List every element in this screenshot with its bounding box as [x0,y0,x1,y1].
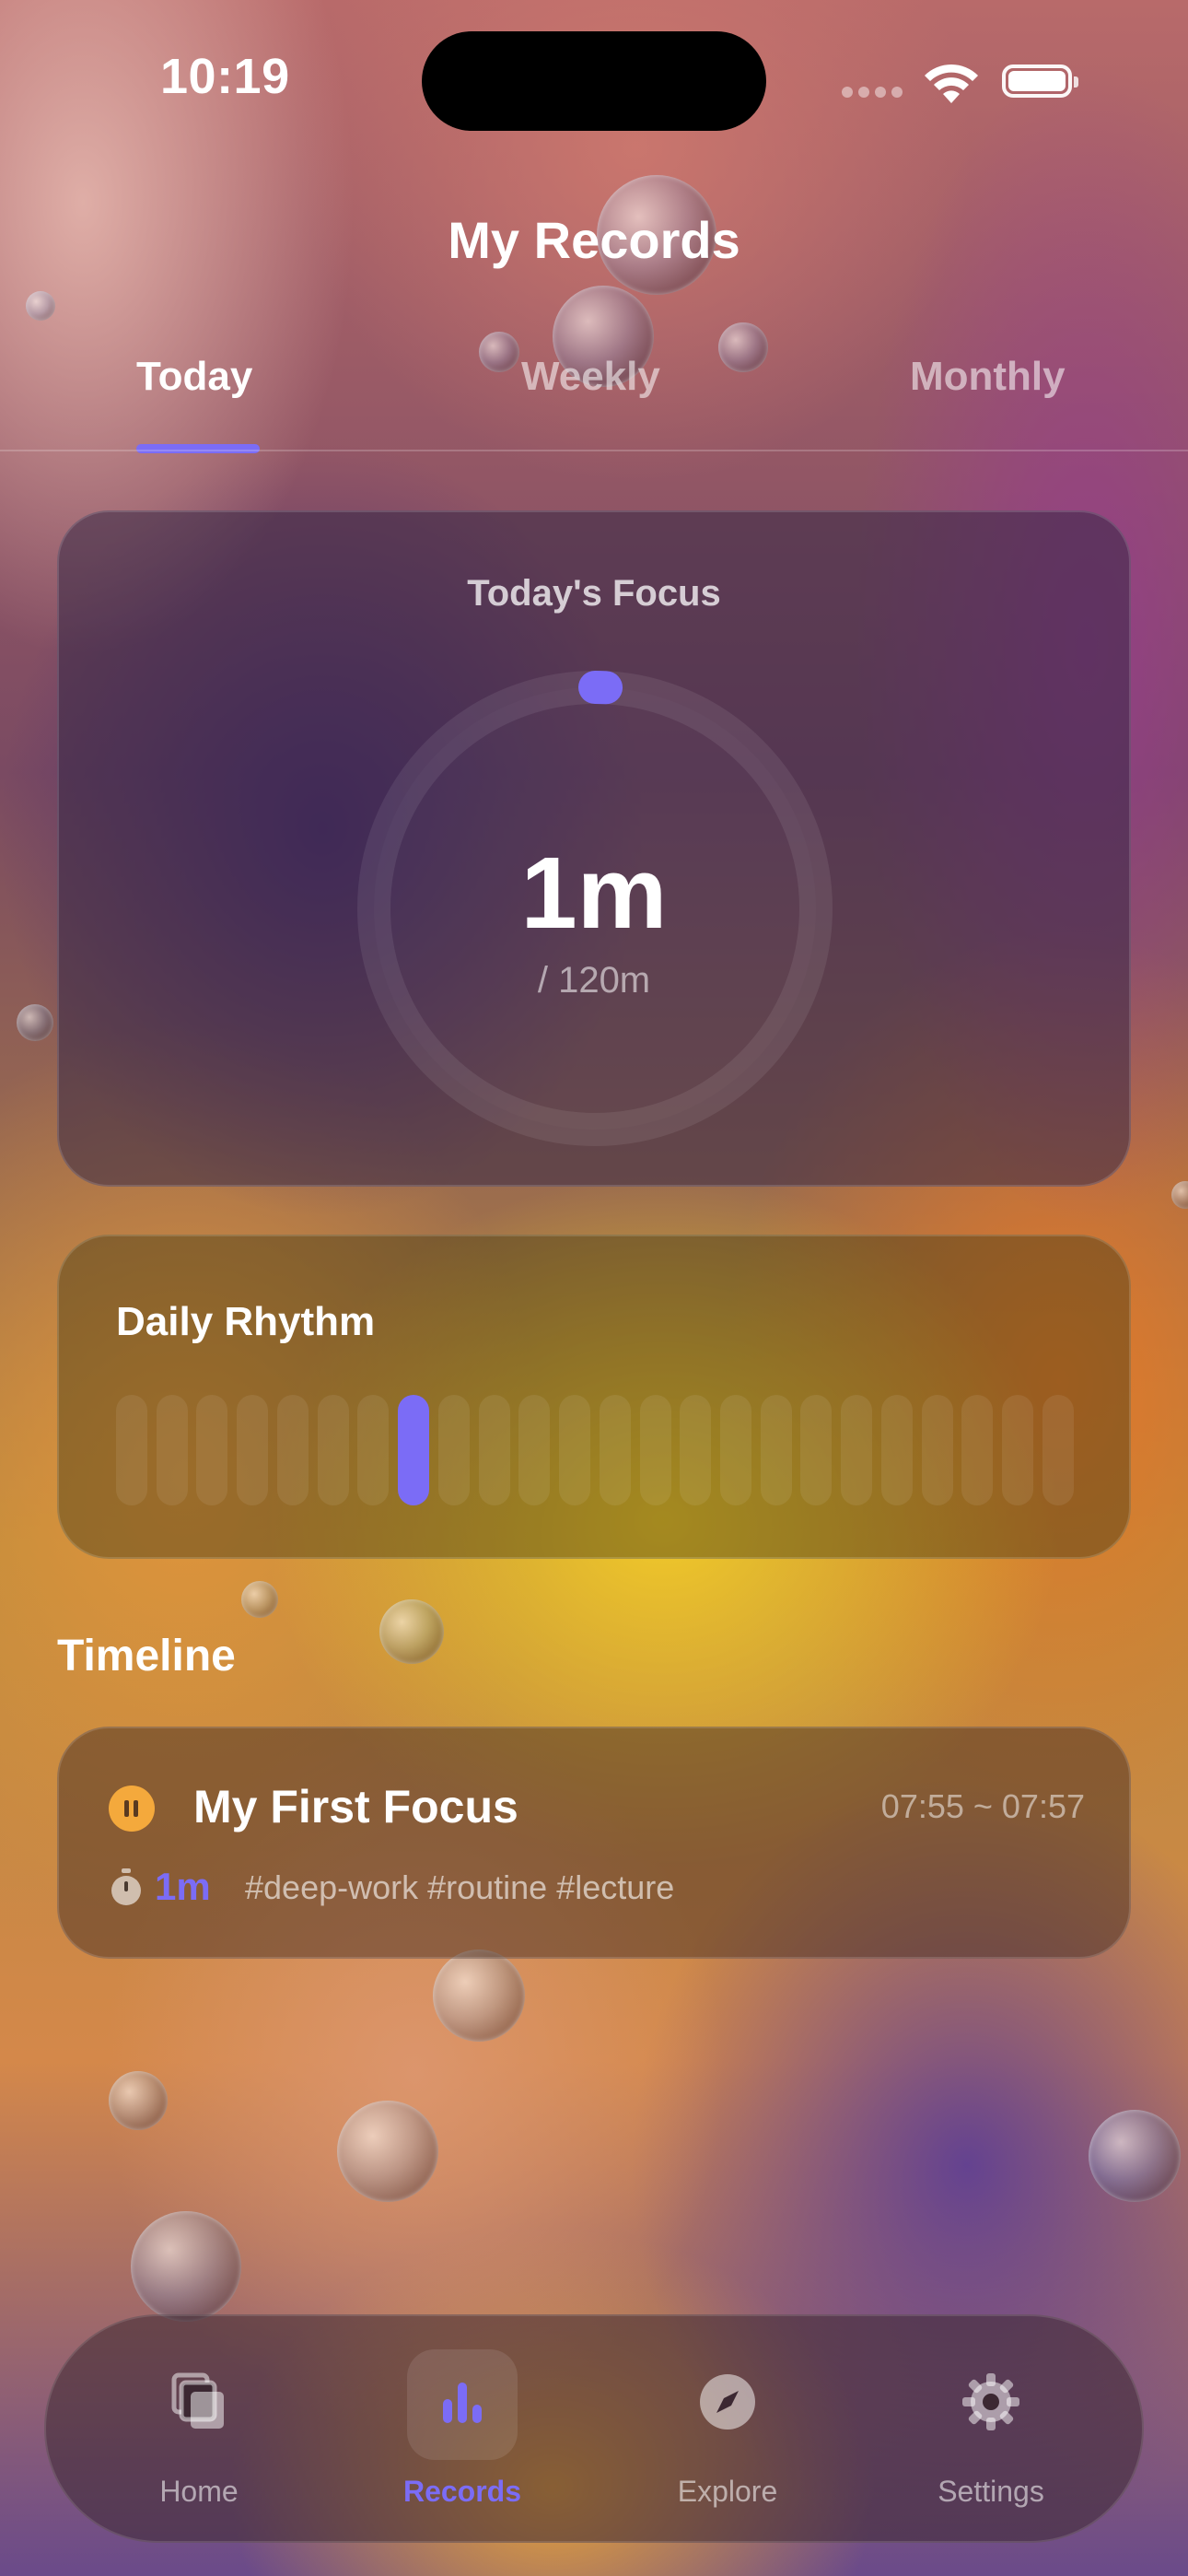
nav-explore[interactable]: Explore [626,2316,829,2541]
rhythm-bar [841,1395,873,1505]
page-title: My Records [448,211,740,269]
focus-card-title: Today's Focus [467,573,721,614]
nav-explore-label: Explore [677,2475,778,2508]
rhythm-bar [437,1395,470,1505]
rhythm-bar [518,1395,551,1505]
bubble-decoration [131,2211,241,2322]
tab-weekly[interactable]: Weekly [521,354,660,400]
status-time: 10:19 [160,49,290,104]
bubble-decoration [241,1581,278,1618]
daily-rhythm-card: Daily Rhythm [57,1235,1131,1559]
rhythm-bar [559,1395,591,1505]
selected-tab-indicator [136,444,260,453]
bar-chart-icon [443,2383,482,2423]
gear-icon [962,2373,1019,2430]
battery-icon [1002,64,1078,98]
bubble-decoration [26,291,55,321]
cards-icon [171,2372,224,2429]
rhythm-bar [760,1395,792,1505]
rhythm-bar [599,1395,631,1505]
nav-home-label: Home [159,2475,239,2508]
hourly-rhythm-bars [116,1395,1074,1505]
tab-today[interactable]: Today [136,354,252,400]
focus-total-value: 1m [520,837,668,950]
timeline-entry-tags: #deep-work #routine #lecture [245,1868,675,1906]
tabs-divider [0,450,1188,451]
rhythm-bar [921,1395,953,1505]
timeline-entry-name: My First Focus [193,1781,518,1832]
bubble-decoration [379,1599,444,1664]
nav-records-label: Records [402,2475,522,2508]
cellular-signal-icon [842,87,903,98]
dynamic-island [422,31,766,131]
timeline-entry-duration: 1m [155,1865,211,1908]
rhythm-bar [961,1395,994,1505]
rhythm-bar [1002,1395,1034,1505]
rhythm-card-title: Daily Rhythm [116,1299,376,1344]
bubble-decoration [109,2071,168,2130]
wifi-icon [925,64,978,103]
rhythm-bar [880,1395,913,1505]
bubble-decoration [433,1950,525,2042]
pause-icon [109,1786,155,1832]
rhythm-bar [800,1395,833,1505]
rhythm-bar [639,1395,671,1505]
nav-settings-label: Settings [938,2475,1044,2508]
bubble-decoration [1089,2110,1181,2202]
timeline-entry-card[interactable]: My First Focus 07:55 ~ 07:57 1m #deep-wo… [57,1727,1131,1959]
rhythm-bar [116,1395,147,1505]
rhythm-bar [357,1395,390,1505]
nav-settings[interactable]: Settings [890,2316,1092,2541]
nav-home[interactable]: Home [98,2316,300,2541]
stopwatch-icon [111,1868,141,1905]
rhythm-bar [317,1395,349,1505]
rhythm-bar [1042,1395,1074,1505]
nav-records[interactable]: Records [361,2316,564,2541]
rhythm-bar [156,1395,188,1505]
bubble-decoration [17,1004,53,1041]
period-tabs: Today Weekly Monthly [0,354,1188,455]
rhythm-bar [276,1395,309,1505]
rhythm-bar [237,1395,269,1505]
rhythm-bar [720,1395,752,1505]
compass-icon [700,2374,755,2430]
rhythm-bar [196,1395,228,1505]
timeline-section-title: Timeline [57,1632,236,1680]
rhythm-bar-active [398,1395,430,1505]
tab-monthly[interactable]: Monthly [910,354,1066,400]
rhythm-bar [680,1395,712,1505]
todays-focus-card: Today's Focus 1m / 120m [57,510,1131,1187]
bubble-decoration [337,2101,438,2202]
bottom-tab-bar: Home Records Explore Settings [44,2314,1144,2543]
rhythm-bar [478,1395,510,1505]
timeline-entry-time-range: 07:55 ~ 07:57 [880,1787,1085,1825]
focus-goal-text: / 120m [537,960,651,1001]
